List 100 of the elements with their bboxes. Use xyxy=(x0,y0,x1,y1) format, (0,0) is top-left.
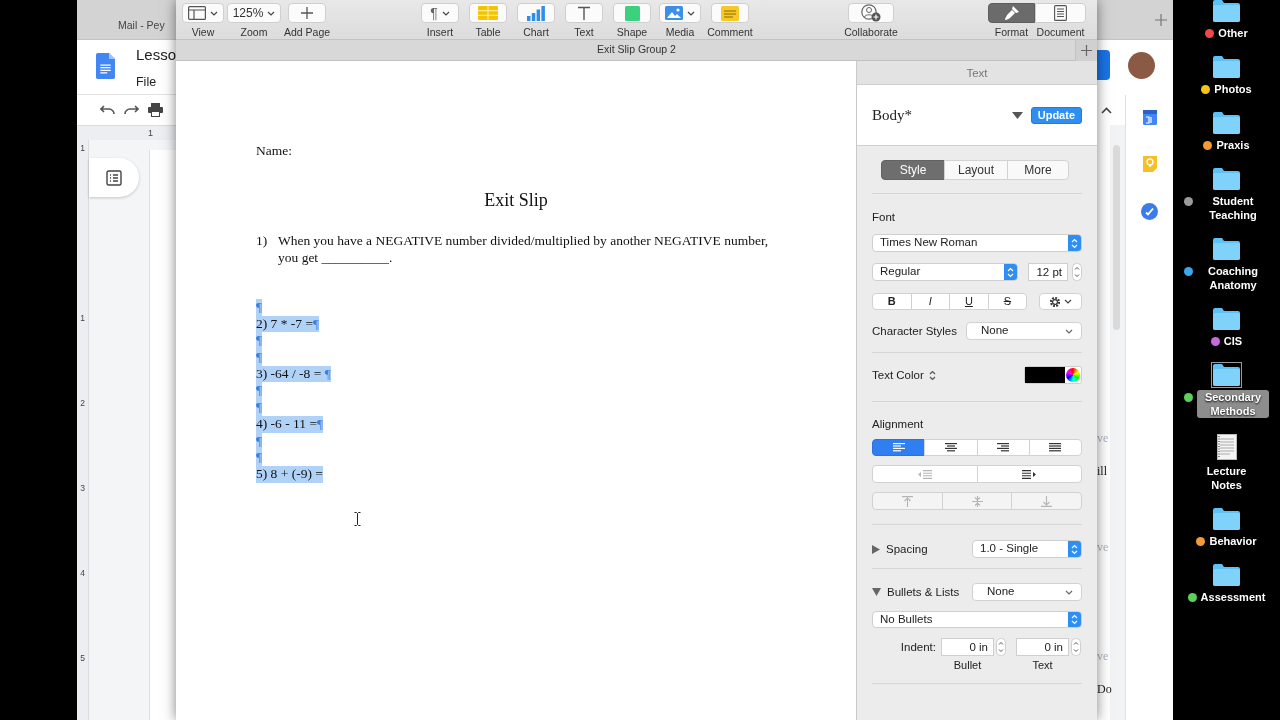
format-tab[interactable] xyxy=(988,3,1035,23)
folder-icon[interactable] xyxy=(1213,168,1240,190)
indent-field[interactable]: 0 in xyxy=(941,638,994,656)
comment-button[interactable] xyxy=(711,3,749,23)
indent-field[interactable]: 0 in xyxy=(1016,638,1069,656)
chart-button[interactable] xyxy=(517,3,555,23)
disclosure-triangle-icon[interactable] xyxy=(872,588,881,596)
field-label: Character Styles xyxy=(872,324,957,339)
text-fragment: ve xyxy=(1097,539,1110,555)
segment-tab[interactable]: Layout xyxy=(944,160,1008,180)
calendar-icon[interactable] xyxy=(1142,110,1157,125)
ruler-number: 4 xyxy=(80,567,85,579)
align-right-button[interactable] xyxy=(976,439,1030,456)
bold-button[interactable]: B xyxy=(872,293,912,310)
docs-icon[interactable] xyxy=(96,51,115,81)
bullet-type-select[interactable]: No Bullets xyxy=(872,611,1082,628)
folder-icon[interactable] xyxy=(1213,364,1240,386)
text-fragment: ill xyxy=(1097,463,1108,479)
align-left-button[interactable] xyxy=(872,439,926,456)
document-tab[interactable] xyxy=(1035,3,1086,23)
add-tab-button[interactable] xyxy=(1075,39,1097,61)
toolbar-label: Insert xyxy=(426,26,454,38)
avatar[interactable] xyxy=(1128,52,1155,79)
updown-icon xyxy=(1071,543,1078,555)
font-family-select[interactable]: Times New Roman xyxy=(872,234,1082,252)
insert-button[interactable]: ¶ xyxy=(421,3,459,23)
checkmark-icon[interactable] xyxy=(1141,203,1158,220)
list-style-select[interactable]: None xyxy=(972,583,1082,601)
italic-button[interactable]: I xyxy=(910,293,951,310)
pilcrow-mark: ¶ xyxy=(313,315,320,331)
character-style-select[interactable]: None xyxy=(966,322,1082,340)
toolbar-label: View xyxy=(191,26,215,38)
paragraph-style-name[interactable]: Body* xyxy=(872,103,1012,127)
folder-icon[interactable] xyxy=(1213,112,1240,134)
text-fragment: ve xyxy=(1097,648,1110,664)
desktop-icon-label[interactable]: Assessment xyxy=(1200,590,1266,604)
document-icon[interactable] xyxy=(1216,434,1237,460)
desktop-icon-label[interactable]: Coaching Anatomy xyxy=(1197,264,1269,292)
desktop-icon-label[interactable]: Lecture Notes xyxy=(1190,464,1263,492)
document-text: 4) -6 - 11 = xyxy=(256,415,318,431)
folder-icon[interactable] xyxy=(1213,564,1240,586)
indent-increase-button[interactable] xyxy=(976,465,1082,483)
panel-title: Text xyxy=(857,61,1097,85)
desktop-icon-label[interactable]: Behavior xyxy=(1209,534,1257,548)
desktop-icon-label[interactable]: Other xyxy=(1218,26,1248,40)
print-icon[interactable] xyxy=(148,103,163,117)
text-box-button[interactable] xyxy=(565,3,603,23)
folder-icon[interactable] xyxy=(1213,0,1240,22)
text-color-well[interactable] xyxy=(1024,366,1082,384)
underline-button[interactable]: U xyxy=(949,293,989,310)
text-icon xyxy=(577,6,591,20)
desktop-icon-label[interactable]: Praxis xyxy=(1216,138,1250,152)
redo-icon[interactable] xyxy=(124,105,139,115)
spacing-select[interactable]: 1.0 - Single xyxy=(972,540,1082,558)
ruler-number: 2 xyxy=(80,397,85,409)
folder-icon[interactable] xyxy=(1213,308,1240,330)
color-wheel-icon[interactable] xyxy=(1066,368,1080,382)
font-size-field[interactable]: 12 pt xyxy=(1028,263,1068,281)
folder-icon[interactable] xyxy=(1213,238,1240,260)
text-options-button[interactable] xyxy=(1039,293,1082,310)
media-button[interactable] xyxy=(659,3,701,23)
dropdown-triangle-icon[interactable] xyxy=(1011,111,1023,119)
add-page-button[interactable] xyxy=(288,3,326,23)
disclosure-triangle-icon[interactable] xyxy=(872,544,880,554)
toolbar-label: Table xyxy=(475,26,501,38)
chevron-up-icon[interactable] xyxy=(1101,106,1112,114)
table-icon xyxy=(478,6,498,20)
indent-increase-icon xyxy=(1022,469,1037,479)
pilcrow-mark: ¶ xyxy=(256,332,263,348)
scrollbar[interactable] xyxy=(1113,145,1120,330)
chevron-icon xyxy=(1065,328,1073,334)
updown-icon xyxy=(1007,266,1014,278)
folder-icon[interactable] xyxy=(1213,508,1240,530)
window-title: Exit Slip Group 2 xyxy=(596,42,677,58)
desktop-icon-label[interactable]: Student Teaching xyxy=(1197,194,1269,222)
pilcrow-mark: ¶ xyxy=(324,365,331,381)
outline-button[interactable] xyxy=(89,158,139,197)
menu-item[interactable]: File xyxy=(135,73,157,92)
desktop-icon-label[interactable]: CIS xyxy=(1223,334,1243,348)
zoom-button[interactable]: 125% xyxy=(226,3,282,23)
typeface-select[interactable]: Regular xyxy=(872,263,1018,281)
toolbar-label: Shape xyxy=(616,26,648,38)
note-icon xyxy=(721,5,739,21)
text-cursor-icon xyxy=(354,512,361,526)
align-left-icon xyxy=(892,443,905,452)
chevron-icon xyxy=(1065,589,1073,595)
collaborate-button[interactable] xyxy=(848,3,894,23)
align-justify-button[interactable] xyxy=(1028,439,1082,456)
folder-icon[interactable] xyxy=(1213,56,1240,78)
chevron-icon xyxy=(441,10,450,16)
view-button[interactable] xyxy=(182,3,224,23)
desktop-icon-label[interactable]: Photos xyxy=(1214,82,1252,96)
align-center-button[interactable] xyxy=(924,439,978,456)
toolbar-label: Format xyxy=(994,26,1029,38)
segment-tab[interactable]: More xyxy=(1007,160,1069,180)
ruler-number: 1 xyxy=(80,142,85,154)
updown-icon[interactable] xyxy=(928,369,936,381)
segment-tab[interactable]: Style xyxy=(881,160,945,180)
strike-button[interactable]: S xyxy=(987,293,1028,310)
undo-icon[interactable] xyxy=(100,105,115,115)
